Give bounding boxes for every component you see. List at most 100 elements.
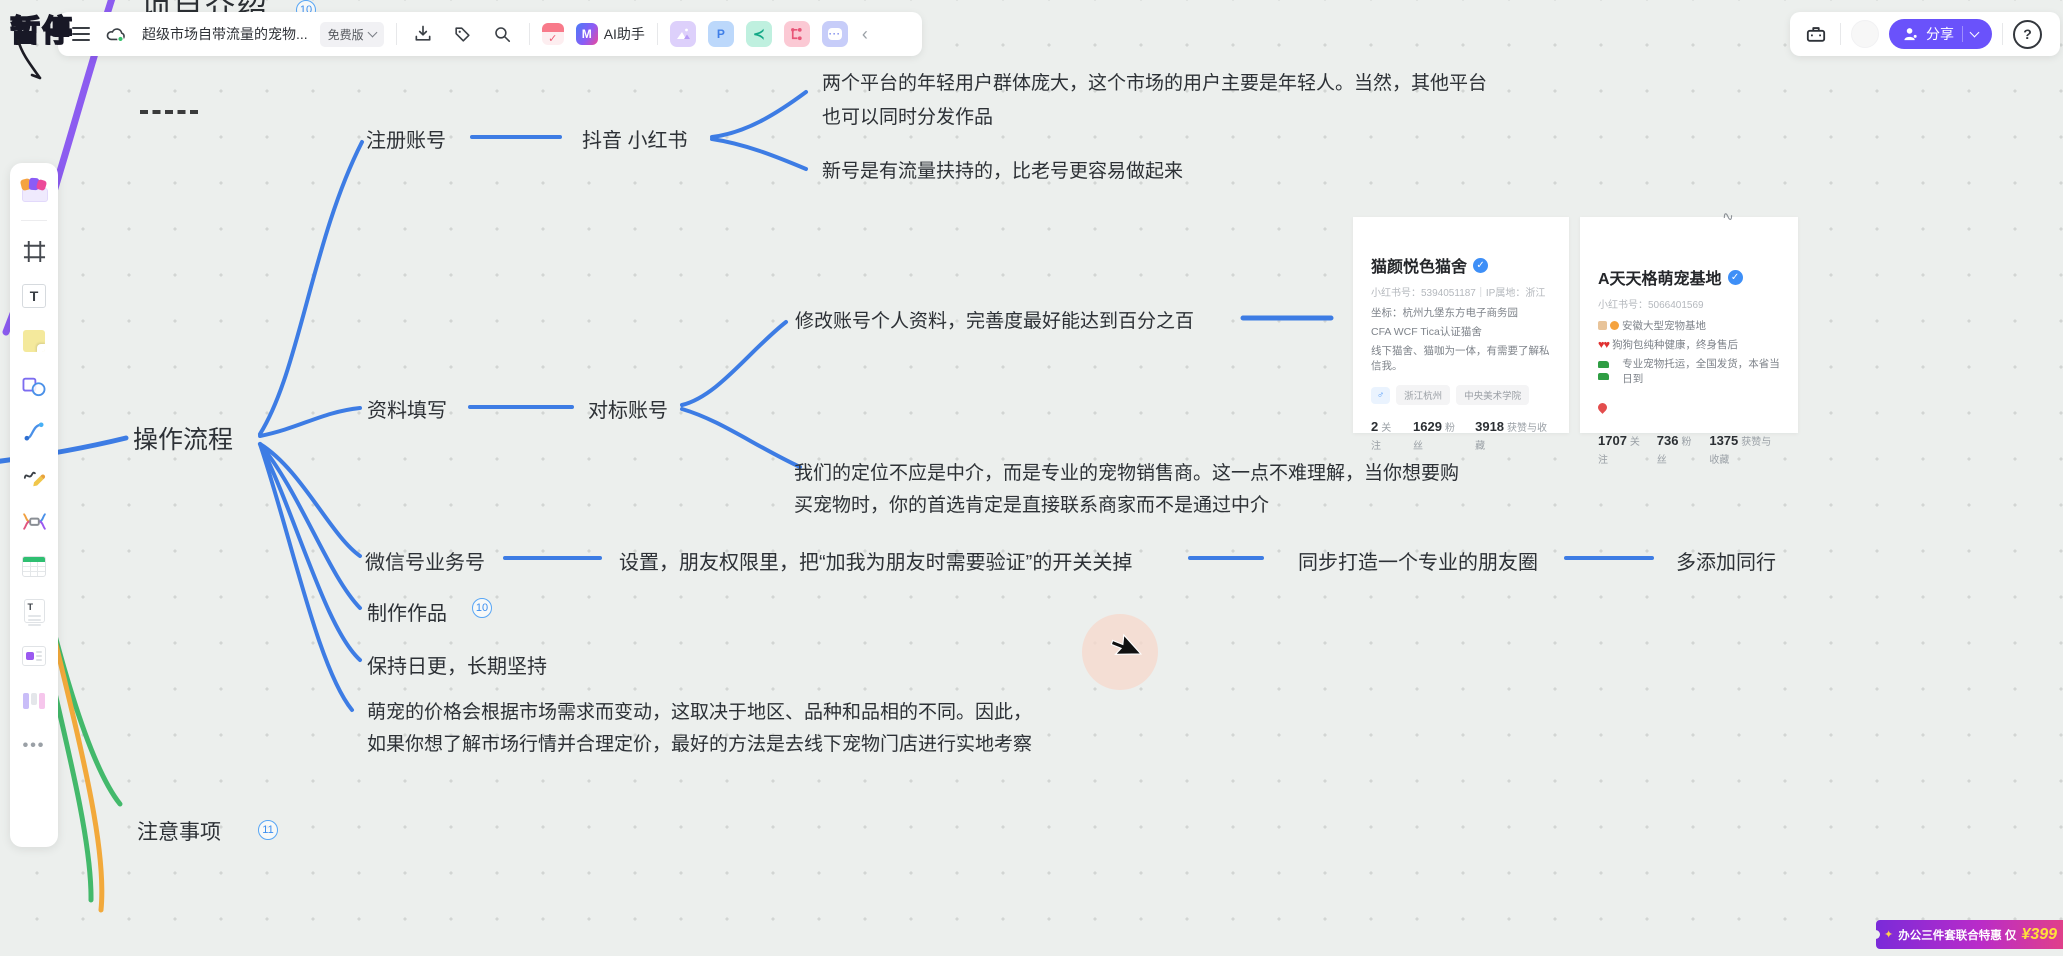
note-edit-profile[interactable]: 修改账号个人资料，完善度最好能达到百分之百 bbox=[795, 306, 1194, 333]
sticky-note-tool[interactable] bbox=[19, 326, 49, 356]
divider bbox=[529, 23, 530, 45]
clip-tool[interactable] bbox=[19, 641, 49, 671]
sparkle-icon: ✦ bbox=[1884, 928, 1893, 941]
card-line: 安徽大型宠物基地 bbox=[1622, 318, 1706, 333]
verified-icon: ✓ bbox=[1473, 258, 1488, 273]
node-add-peers[interactable]: 多添加同行 bbox=[1676, 546, 1776, 575]
node-wechat-setting[interactable]: 设置，朋友权限里，把“加我为朋友时需要验证”的开关关掉 bbox=[619, 546, 1132, 575]
download-icon[interactable] bbox=[409, 20, 437, 48]
divider bbox=[2002, 23, 2003, 45]
table-icon bbox=[22, 556, 46, 577]
templates-icon bbox=[21, 178, 47, 202]
tag-icon[interactable] bbox=[449, 20, 477, 48]
document-tool[interactable]: T bbox=[19, 596, 49, 626]
node-notice[interactable]: 注意事项 bbox=[137, 816, 221, 846]
stat-followers: 736粉丝 bbox=[1657, 432, 1696, 468]
whiteboard-canvas[interactable]: 项目介绍 10 bbox=[0, 0, 2063, 956]
stat-followers: 1629粉丝 bbox=[1413, 418, 1461, 454]
plan-badge[interactable]: 免费版 bbox=[320, 22, 384, 47]
divider bbox=[1840, 23, 1841, 45]
image-plugin-icon[interactable] bbox=[670, 21, 696, 47]
collapse-toolbar-icon[interactable]: ‹ bbox=[860, 24, 870, 45]
divider bbox=[21, 220, 47, 221]
checkin-calendar-icon[interactable]: ✓ bbox=[542, 23, 564, 45]
card-line: CFA WCF Tica认证猫舍 bbox=[1371, 324, 1482, 339]
promo-text: 办公三件套联合特惠 仅 bbox=[1898, 927, 2016, 943]
header-right-toolbar: 分享 ? bbox=[1790, 12, 2060, 56]
profile-card-cattery[interactable]: 猫颜悦色猫舍 ✓ 小红书号：5394051187｜IP属地：浙江 坐标：杭州九堡… bbox=[1353, 217, 1569, 433]
shape-tool[interactable] bbox=[19, 371, 49, 401]
works-count-badge[interactable]: 10 bbox=[472, 598, 492, 618]
card-title: A天天格萌宠基地 bbox=[1598, 265, 1722, 289]
flowchart-plugin-icon[interactable] bbox=[784, 21, 810, 47]
p-plugin-icon[interactable]: P bbox=[708, 21, 734, 47]
chat-plugin-icon[interactable]: ··· bbox=[822, 21, 848, 47]
node-benchmark-account[interactable]: 对标账号 bbox=[588, 394, 668, 423]
share-branch-plugin-icon[interactable]: ≺ bbox=[746, 21, 772, 47]
mindmap-tool[interactable] bbox=[19, 506, 49, 536]
ai-assistant-button[interactable]: M AI助手 bbox=[576, 23, 645, 45]
note-pricing-line2[interactable]: 如果你想了解市场行情并合理定价，最好的方法是去线下宠物门店进行实地考察 bbox=[367, 729, 1032, 756]
templates-tool[interactable] bbox=[19, 175, 49, 205]
chevron-down-icon bbox=[367, 28, 377, 38]
stat-following: 2关注 bbox=[1371, 418, 1399, 454]
help-button[interactable]: ? bbox=[2013, 20, 2042, 49]
search-icon[interactable] bbox=[489, 20, 517, 48]
avatar[interactable] bbox=[1851, 20, 1879, 48]
connector-tool[interactable] bbox=[19, 416, 49, 446]
pen-tool[interactable] bbox=[19, 461, 49, 491]
card-line: 狗狗包纯种健康，终身售后 bbox=[1612, 337, 1738, 352]
share-button[interactable]: 分享 bbox=[1889, 19, 1992, 49]
node-register-account[interactable]: 注册账号 bbox=[366, 124, 446, 153]
divider bbox=[396, 23, 397, 45]
note-positioning-line1[interactable]: 我们的定位不应是中介，而是专业的宠物销售商。这一点不难理解，当你想要购 bbox=[794, 458, 1459, 485]
gender-tag: ♂ bbox=[1371, 387, 1390, 404]
node-moments[interactable]: 同步打造一个专业的朋友圈 bbox=[1298, 546, 1538, 575]
mindmap-icon bbox=[22, 510, 47, 533]
document-title[interactable]: 超级市场自带流量的宠物... bbox=[142, 24, 308, 44]
tiger-icon bbox=[1610, 321, 1619, 330]
note-platform-line1[interactable]: 两个平台的年轻用户群体庞大，这个市场的用户主要是年轻人。当然，其他平台 bbox=[822, 68, 1487, 95]
notice-count-badge[interactable]: 11 bbox=[258, 820, 278, 840]
note-platform-line2[interactable]: 也可以同时分发作品 bbox=[822, 102, 993, 129]
connector-icon bbox=[23, 420, 46, 443]
text-icon: T bbox=[22, 284, 46, 308]
sticky-note-icon bbox=[23, 330, 45, 352]
chevron-down-icon bbox=[1970, 28, 1980, 38]
node-make-works[interactable]: 制作作品 bbox=[367, 597, 447, 626]
location-tag: 浙江杭州 bbox=[1396, 385, 1450, 405]
node-wechat-account[interactable]: 微信号业务号 bbox=[365, 546, 485, 575]
text-tool[interactable]: T bbox=[19, 281, 49, 311]
promo-banner[interactable]: ✦ 办公三件套联合特惠 仅 ¥399 bbox=[1876, 920, 2063, 949]
main-toolbar: 超级市场自带流量的宠物... 免费版 ✓ M AI助手 P ≺ ··· ‹ bbox=[58, 12, 922, 56]
menu-icon[interactable] bbox=[72, 27, 90, 41]
node-daily-update[interactable]: 保持日更，长期坚持 bbox=[367, 650, 547, 679]
profile-card-pet-base[interactable]: A天天格萌宠基地 ✓ 小红书号：5066401569 安徽大型宠物基地 ♥♥狗狗… bbox=[1580, 217, 1798, 433]
shapes-icon bbox=[22, 375, 46, 397]
node-platforms[interactable]: 抖音 小红书 bbox=[582, 124, 688, 153]
node-operation-flow[interactable]: 操作流程 bbox=[133, 420, 233, 456]
house-icon bbox=[1598, 321, 1607, 330]
table-tool[interactable] bbox=[19, 551, 49, 581]
toolbox-icon[interactable] bbox=[1802, 20, 1830, 48]
frame-icon bbox=[23, 240, 46, 263]
frame-tool[interactable] bbox=[19, 236, 49, 266]
card-meta: 小红书号：5394051187｜IP属地：浙江 bbox=[1371, 284, 1551, 299]
car-icons bbox=[1598, 359, 1619, 383]
location-pin-icon bbox=[1596, 401, 1609, 414]
ticket-notch bbox=[1871, 930, 1880, 939]
person-icon bbox=[1903, 27, 1918, 41]
card-meta: 小红书号：5066401569 bbox=[1598, 296, 1780, 311]
kanban-tool[interactable] bbox=[19, 686, 49, 716]
note-new-account[interactable]: 新号是有流量扶持的，比老号更容易做起来 bbox=[822, 156, 1183, 183]
note-positioning-line2[interactable]: 买宠物时，你的首选肯定是直接联系商家而不是通过中介 bbox=[794, 490, 1269, 517]
pen-icon bbox=[22, 465, 46, 487]
note-pricing-line1[interactable]: 萌宠的价格会根据市场需求而变动，这取决于地区、品种和品相的不同。因此， bbox=[367, 697, 1032, 724]
tool-sidebar: T T ••• bbox=[10, 163, 58, 847]
more-tools[interactable]: ••• bbox=[19, 731, 49, 761]
heart-icons: ♥♥ bbox=[1598, 339, 1609, 351]
school-tag: 中央美术学院 bbox=[1456, 385, 1529, 405]
cloud-sync-icon[interactable] bbox=[102, 20, 130, 48]
node-profile-fill[interactable]: 资料填写 bbox=[367, 394, 447, 423]
divider bbox=[657, 23, 658, 45]
